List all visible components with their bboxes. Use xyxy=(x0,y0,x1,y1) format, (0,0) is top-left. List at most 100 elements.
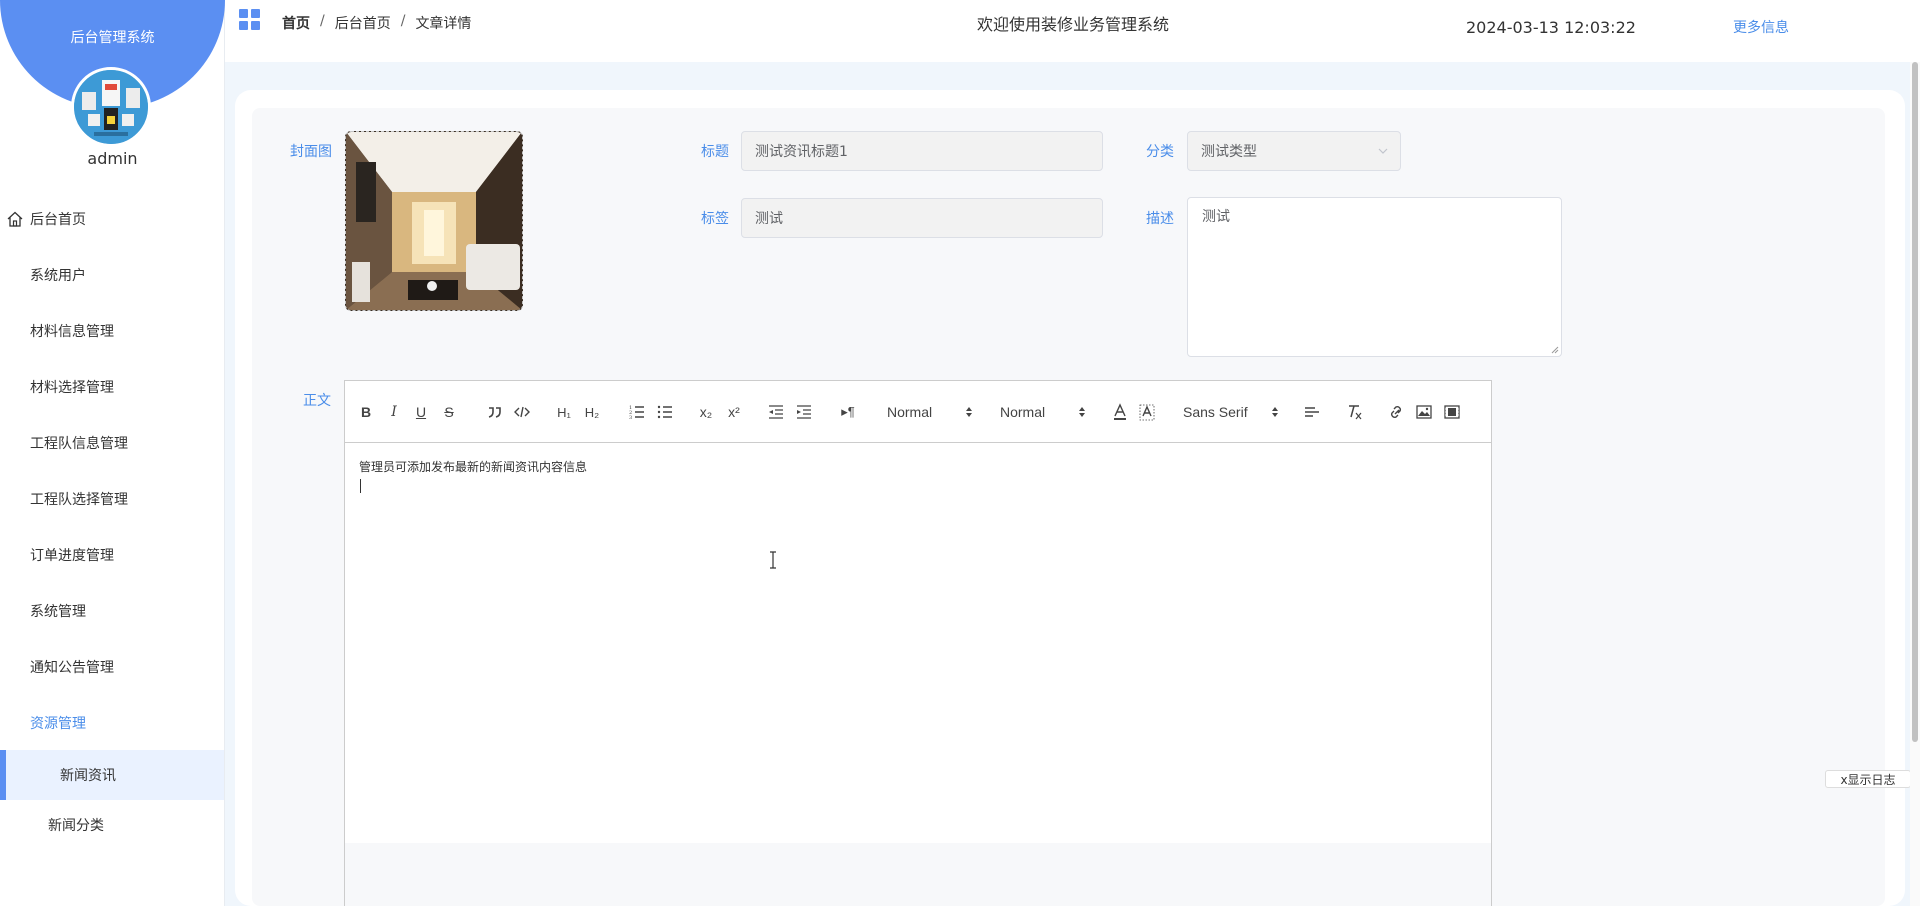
sidebar-item-label: 工程队信息管理 xyxy=(30,436,128,452)
breadcrumb-separator: / xyxy=(400,13,406,29)
sidebar: 后台管理系统 admin 后台首页 系统用户 材料信息管理 材料选择管理 工程队… xyxy=(0,0,225,906)
sidebar-subitem-news[interactable]: 新闻资讯 xyxy=(0,750,224,800)
app-root: 后台管理系统 admin 后台首页 系统用户 材料信息管理 材料选择管理 工程队… xyxy=(0,0,1920,906)
sidebar-item-label: 资源管理 xyxy=(30,716,86,732)
title-input[interactable]: 测试资讯标题1 xyxy=(741,131,1103,171)
home-icon xyxy=(7,211,23,227)
font-picker-value: Sans Serif xyxy=(1183,404,1248,420)
sidebar-item-label: 工程队选择管理 xyxy=(30,492,128,508)
tag-label: 标签 xyxy=(701,211,729,227)
cover-image[interactable] xyxy=(345,131,523,311)
link-icon[interactable] xyxy=(1387,402,1405,422)
sidebar-item-label: 后台首页 xyxy=(30,212,86,228)
bold-icon[interactable]: B xyxy=(357,402,375,422)
sidebar-item-system-management[interactable]: 系统管理 xyxy=(0,583,224,639)
text-caret xyxy=(360,479,361,493)
show-log-button[interactable]: x显示日志 xyxy=(1825,770,1911,788)
description-value: 测试 xyxy=(1202,209,1230,225)
description-textarea[interactable]: 测试 xyxy=(1187,197,1562,357)
image-icon[interactable] xyxy=(1415,402,1433,422)
updown-arrow-icon xyxy=(1079,407,1085,417)
category-select-value: 测试类型 xyxy=(1201,144,1257,160)
header-2-icon[interactable]: H₂ xyxy=(581,402,603,422)
text-cursor-icon xyxy=(770,551,776,569)
cover-label: 封面图 xyxy=(290,144,332,160)
sidebar-item-resources[interactable]: 资源管理 xyxy=(0,695,224,751)
size-picker-value: Normal xyxy=(1000,404,1046,420)
sidebar-item-label: 系统管理 xyxy=(30,604,86,620)
breadcrumb-dashboard[interactable]: 后台首页 xyxy=(335,13,391,33)
description-label: 描述 xyxy=(1146,211,1174,227)
text-color-icon[interactable] xyxy=(1111,402,1129,422)
sidebar-subitem-label: 新闻分类 xyxy=(48,818,104,834)
background-color-icon[interactable] xyxy=(1138,402,1156,422)
tag-input[interactable]: 测试 xyxy=(741,198,1103,238)
sidebar-item-announcements[interactable]: 通知公告管理 xyxy=(0,639,224,695)
ordered-list-icon[interactable]: 123 xyxy=(628,402,646,422)
editor-content-area[interactable]: 管理员可添加发布最新的新闻资讯内容信息 xyxy=(345,443,1491,843)
breadcrumb: 首页 / 后台首页 / 文章详情 xyxy=(282,13,471,33)
category-select[interactable]: 测试类型 xyxy=(1187,131,1401,171)
indent-icon[interactable] xyxy=(795,402,813,422)
breadcrumb-current: 文章详情 xyxy=(415,16,472,32)
title-label: 标题 xyxy=(701,144,729,160)
sidebar-item-label: 通知公告管理 xyxy=(30,660,114,676)
username: admin xyxy=(87,149,138,168)
datetime: 2024-03-13 12:03:22 xyxy=(1466,18,1636,37)
sidebar-subitem-news-category[interactable]: 新闻分类 xyxy=(0,800,224,850)
editor-content-text: 管理员可添加发布最新的新闻资讯内容信息 xyxy=(359,460,588,474)
grid-menu-icon[interactable] xyxy=(239,9,261,31)
sidebar-item-dashboard[interactable]: 后台首页 xyxy=(0,191,224,247)
breadcrumb-home[interactable]: 首页 xyxy=(282,13,310,33)
video-icon[interactable] xyxy=(1443,402,1461,422)
header-picker[interactable]: Normal xyxy=(887,401,973,423)
sidebar-item-system-users[interactable]: 系统用户 xyxy=(0,247,224,303)
updown-arrow-icon xyxy=(1272,407,1278,417)
sidebar-item-team-selection[interactable]: 工程队选择管理 xyxy=(0,471,224,527)
header-1-icon[interactable]: H₁ xyxy=(553,402,575,422)
blockquote-icon[interactable] xyxy=(486,402,504,422)
editor-bottom-area xyxy=(345,843,1491,906)
updown-arrow-icon xyxy=(966,407,972,417)
strikethrough-icon[interactable]: S xyxy=(440,402,458,422)
brand-title: 后台管理系统 xyxy=(70,30,155,46)
tag-input-value: 测试 xyxy=(755,211,783,227)
text-direction-icon[interactable]: ▸¶ xyxy=(838,402,858,422)
underline-icon[interactable]: U xyxy=(412,402,430,422)
sidebar-item-label: 系统用户 xyxy=(30,268,86,284)
editor-toolbar: B I U S H₁ H₂ 123 x₂ x² ▸¶ Normal Normal… xyxy=(345,381,1491,443)
breadcrumb-separator: / xyxy=(320,13,325,29)
category-label: 分类 xyxy=(1146,144,1174,160)
avatar[interactable] xyxy=(71,67,151,147)
scrollbar-thumb[interactable] xyxy=(1912,62,1918,742)
title-input-value: 测试资讯标题1 xyxy=(755,144,848,160)
cover-photo xyxy=(346,132,522,310)
size-picker[interactable]: Normal xyxy=(1000,401,1086,423)
sidebar-item-label: 材料选择管理 xyxy=(30,380,114,396)
resize-grip-icon[interactable] xyxy=(1551,346,1559,354)
superscript-icon[interactable]: x² xyxy=(725,402,743,422)
code-block-icon[interactable] xyxy=(513,402,531,422)
sidebar-item-label: 订单进度管理 xyxy=(30,548,114,564)
outdent-icon[interactable] xyxy=(767,402,785,422)
avatar-illustration-icon xyxy=(74,70,148,144)
site-title: 欢迎使用装修业务管理系统 xyxy=(977,15,1170,34)
svg-text:3: 3 xyxy=(629,415,632,421)
sidebar-item-team-info[interactable]: 工程队信息管理 xyxy=(0,415,224,471)
sidebar-subitem-label: 新闻资讯 xyxy=(60,768,116,784)
sidebar-item-order-progress[interactable]: 订单进度管理 xyxy=(0,527,224,583)
rich-text-editor: B I U S H₁ H₂ 123 x₂ x² ▸¶ Normal Normal… xyxy=(344,380,1492,906)
chevron-down-icon xyxy=(1378,148,1388,154)
body-label: 正文 xyxy=(303,393,331,409)
subscript-icon[interactable]: x₂ xyxy=(697,402,715,422)
header-picker-value: Normal xyxy=(887,404,933,420)
bullet-list-icon[interactable] xyxy=(656,402,674,422)
sidebar-item-material-selection[interactable]: 材料选择管理 xyxy=(0,359,224,415)
more-info-link[interactable]: 更多信息 xyxy=(1733,17,1789,37)
clear-format-icon[interactable] xyxy=(1345,402,1363,422)
top-bar: 首页 / 后台首页 / 文章详情 欢迎使用装修业务管理系统 2024-03-13… xyxy=(225,0,1920,62)
italic-icon[interactable]: I xyxy=(385,402,403,422)
sidebar-item-material-info[interactable]: 材料信息管理 xyxy=(0,303,224,359)
font-picker[interactable]: Sans Serif xyxy=(1183,401,1279,423)
align-icon[interactable] xyxy=(1303,402,1321,422)
